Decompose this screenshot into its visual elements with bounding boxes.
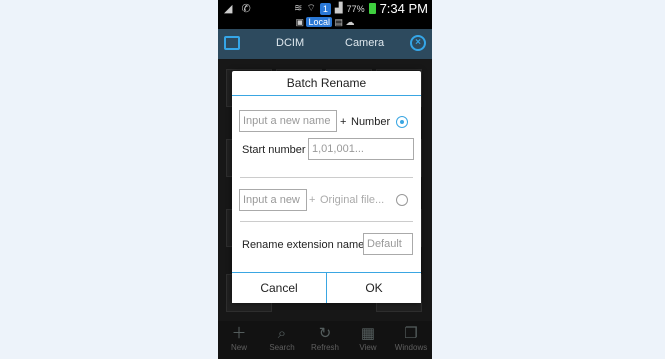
- notification-count-badge: 1: [319, 2, 331, 15]
- signal-chart-icon: ◢: [224, 3, 233, 15]
- window-switch-icon[interactable]: [224, 36, 240, 50]
- title-divider: [232, 95, 421, 96]
- rename-extension-label: Rename extension name: [242, 239, 365, 251]
- tab-dcim[interactable]: DCIM: [276, 37, 304, 49]
- status-left-icons: ◢ ✆: [224, 2, 257, 15]
- cell-signal-icon: ▟: [334, 3, 343, 14]
- notification-bar: ▣ Local ▤ ☁: [218, 17, 432, 29]
- sd-card-icon: ▤: [334, 17, 344, 27]
- image-icon: ▣: [295, 17, 304, 27]
- number-radio[interactable]: [396, 116, 408, 128]
- battery-icon: [368, 3, 376, 14]
- vibrate-icon: ≋: [294, 3, 303, 14]
- start-number-label: Start number: [242, 144, 306, 156]
- batch-rename-dialog: Batch Rename + Number Start number + Ori…: [232, 71, 421, 303]
- phone-icon: ✆: [241, 3, 251, 15]
- cancel-button[interactable]: Cancel: [232, 273, 326, 303]
- new-name-input[interactable]: [239, 110, 337, 132]
- number-option-label: Number: [351, 116, 391, 128]
- battery-percent: 77%: [346, 3, 365, 14]
- plus-sign: +: [340, 116, 347, 128]
- local-badge: Local: [306, 17, 332, 27]
- cloud-icon: ☁: [345, 17, 355, 27]
- ok-button[interactable]: OK: [327, 273, 421, 303]
- extension-input[interactable]: [363, 233, 413, 255]
- dialog-title: Batch Rename: [286, 76, 367, 90]
- original-name-input[interactable]: [239, 189, 307, 211]
- section-divider: [240, 221, 413, 222]
- status-right-icons: ≋ ⌔ 1 ▟ 77% 7:34 PM: [294, 1, 428, 16]
- start-number-input[interactable]: [308, 138, 414, 160]
- clock: 7:34 PM: [379, 1, 428, 16]
- wifi-icon: ⌔: [306, 3, 316, 14]
- top-nav: DCIM Camera ×: [218, 29, 432, 59]
- status-bar: ◢ ✆ ≋ ⌔ 1 ▟ 77% 7:34 PM: [218, 0, 432, 17]
- tab-camera[interactable]: Camera: [345, 37, 384, 49]
- original-file-option-label: Original file...: [320, 194, 385, 206]
- section-divider: [240, 177, 413, 178]
- close-icon[interactable]: ×: [410, 35, 426, 51]
- original-file-radio[interactable]: [396, 194, 408, 206]
- plus-sign-disabled: +: [309, 194, 316, 206]
